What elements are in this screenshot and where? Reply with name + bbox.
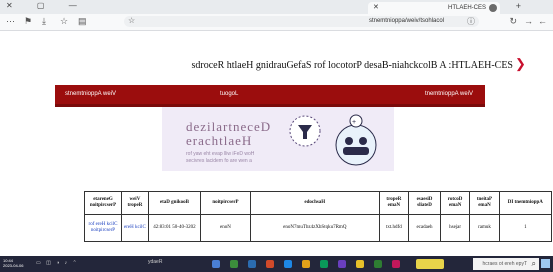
- col-generate-prescription: Generate Prescription: [84, 191, 122, 215]
- back-icon[interactable]: ←: [538, 16, 547, 26]
- page-title: SEC-HEALTH: A Blockchain-Based Protocol …: [191, 60, 513, 71]
- more-icon[interactable]: ⋯: [6, 16, 15, 27]
- address-bar: ⋯ ⚑ ⤓ ☆ ▤ ☆ localhost/view/appointments …: [0, 14, 553, 31]
- tab-bar: ✕ ▢ — ✕ SEC-HEALTH +: [0, 0, 553, 14]
- generate-prescription-link[interactable]: Click Here for Prescription: [89, 222, 118, 233]
- col-prescription: Prescription: [200, 191, 251, 215]
- close-icon[interactable]: ✕: [373, 3, 379, 11]
- logo-icon: ❯: [515, 56, 526, 71]
- taskbar-app-label: Ready: [148, 259, 163, 265]
- banner-image: Decentralized Healthcare How DeFi will p…: [162, 107, 394, 171]
- cell-view-report[interactable]: Click Here: [121, 214, 149, 242]
- windows-start-icon[interactable]: [541, 259, 550, 268]
- app-icon[interactable]: [392, 260, 400, 268]
- cell-id: 1: [498, 214, 553, 242]
- table-header-row: Generate Prescription View Report Bookin…: [84, 191, 553, 215]
- app-icon[interactable]: [338, 260, 346, 268]
- nav-logout[interactable]: Logout: [220, 91, 238, 97]
- refresh-icon[interactable]: ↻: [509, 16, 517, 27]
- cell-hashcode: QmR7ukqtSbXz4zbTum7None: [249, 214, 380, 242]
- cell-disease: headace: [408, 214, 441, 242]
- cell-doctor: rajesh: [439, 214, 471, 242]
- window-controls[interactable]: ✕ ▢ —: [6, 1, 88, 10]
- forward-icon[interactable]: →: [524, 16, 533, 26]
- table-row: Click Here for Prescription Click Here 2…: [84, 214, 553, 242]
- col-hashcode: Hashcode: [249, 191, 380, 215]
- col-view-report: View Report: [121, 191, 149, 215]
- url-text: localhost/view/appointments: [368, 18, 444, 24]
- nav-view-appointments[interactable]: View Appointments: [65, 91, 116, 97]
- col-doctor-name: Doctor Name: [439, 191, 471, 215]
- extensions-icon[interactable]: ⚑: [24, 16, 32, 27]
- col-report-name: Report Name: [378, 191, 410, 215]
- col-booking-date: Booking Date: [147, 191, 202, 215]
- new-tab-button[interactable]: +: [516, 1, 521, 11]
- cell-prescription: None: [200, 214, 251, 242]
- view-report-link[interactable]: Click Here: [124, 225, 146, 230]
- search-placeholder: Type here to search: [482, 261, 527, 267]
- col-disease-details: Disease Details: [408, 191, 441, 215]
- star-icon[interactable]: ☆: [128, 16, 135, 25]
- col-patient-name: Patient Name: [469, 191, 500, 215]
- app-icon[interactable]: [266, 260, 274, 268]
- favorites-icon[interactable]: ☆: [60, 16, 68, 27]
- cell-booking-date: 2023-04-05 10:38:24: [147, 214, 202, 242]
- taskbar-clock[interactable]: 10:44 2023-04-06: [3, 258, 23, 268]
- app-icon[interactable]: [356, 260, 364, 268]
- healthcare-illustration-icon: +: [289, 114, 377, 166]
- taskbar-search-input[interactable]: ⌕ Type here to search: [473, 258, 539, 270]
- info-icon[interactable]: ⓘ: [467, 16, 475, 27]
- browser-tab[interactable]: ✕ SEC-HEALTH: [368, 2, 500, 14]
- cell-report-name: dfdh.txt: [378, 214, 410, 242]
- svg-text:+: +: [352, 119, 356, 126]
- weather-widget[interactable]: [416, 259, 444, 269]
- nav-bar: View Appointments Logout View Appointmen…: [55, 85, 485, 104]
- tab-title: SEC-HEALTH: [447, 5, 486, 11]
- collections-icon[interactable]: ▤: [78, 16, 87, 27]
- appointments-table: Generate Prescription View Report Bookin…: [84, 191, 553, 242]
- app-icon[interactable]: [230, 260, 238, 268]
- favicon-icon: [489, 4, 497, 12]
- downloads-icon[interactable]: ⤓: [42, 16, 46, 27]
- app-icon[interactable]: [284, 260, 292, 268]
- col-appointment-id: Appointment ID: [498, 191, 553, 215]
- app-icon[interactable]: [248, 260, 256, 268]
- app-icon[interactable]: [302, 260, 310, 268]
- system-tray-icons[interactable]: ▭ ◫ ◑ ♪ ⌃: [36, 260, 79, 266]
- cell-generate[interactable]: Click Here for Prescription: [84, 214, 122, 242]
- app-icon[interactable]: [320, 260, 328, 268]
- url-input[interactable]: ☆ localhost/view/appointments ⓘ: [124, 16, 479, 27]
- cell-patient: kumar: [469, 214, 500, 242]
- taskbar: 10:44 2023-04-06 ▭ ◫ ◑ ♪ ⌃ Ready ⌕ Type …: [0, 256, 553, 272]
- nav-view-appointment[interactable]: View Appointment: [425, 91, 473, 97]
- app-icon[interactable]: [212, 260, 220, 268]
- search-icon: ⌕: [531, 259, 536, 268]
- app-icon[interactable]: [374, 260, 382, 268]
